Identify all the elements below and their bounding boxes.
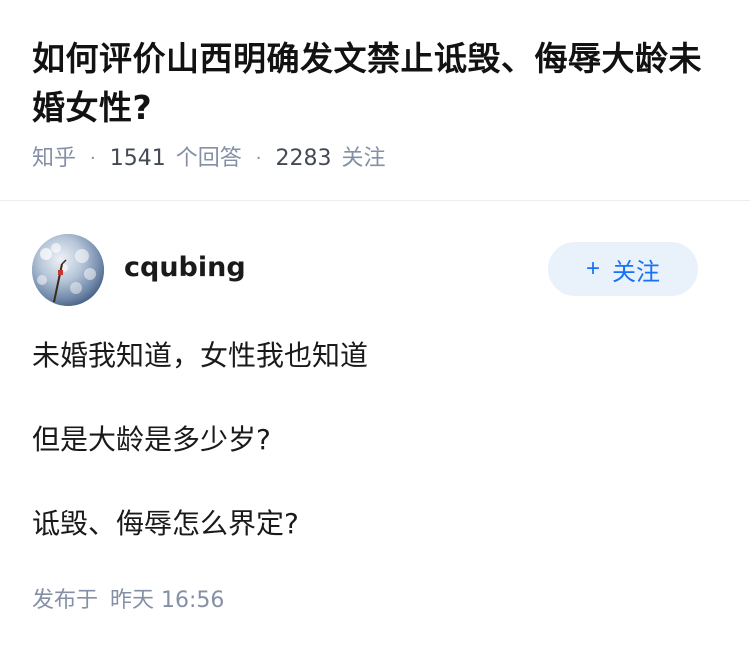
followers-count: 2283 (275, 146, 332, 171)
avatar-image (32, 234, 104, 306)
question-meta: 知乎 · 1541 个回答 · 2283 关注 (32, 144, 722, 174)
followers-label[interactable]: 关注 (342, 144, 386, 174)
meta-separator: · (255, 148, 262, 169)
section-divider (0, 200, 750, 201)
published-label: 发布于 (32, 588, 99, 613)
question-header: 如何评价山西明确发文禁止诋毁、侮辱大龄未婚女性? 知乎 · 1541 个回答 ·… (32, 34, 722, 174)
answer-author-row: cqubing + 关注 (32, 234, 698, 306)
question-title[interactable]: 如何评价山西明确发文禁止诋毁、侮辱大龄未婚女性? (32, 34, 722, 132)
follow-button[interactable]: + 关注 (548, 242, 698, 296)
answers-label[interactable]: 个回答 (176, 144, 242, 174)
meta-separator: · (90, 148, 96, 169)
answer-paragraph: 未婚我知道，女性我也知道 (32, 339, 369, 372)
published-time: 昨天 16:56 (110, 588, 225, 613)
source-label[interactable]: 知乎 (32, 144, 76, 174)
publish-info: 发布于 昨天 16:56 (32, 585, 224, 617)
answers-count: 1541 (109, 146, 166, 171)
plus-icon: + (585, 255, 600, 282)
author-name[interactable]: cqubing (124, 250, 246, 286)
answer-content: 未婚我知道，女性我也知道 但是大龄是多少岁? 诋毁、侮辱怎么界定? (32, 335, 712, 545)
avatar[interactable] (32, 234, 104, 306)
answer-paragraph: 诋毁、侮辱怎么界定? (32, 507, 299, 540)
follow-button-label: 关注 (612, 258, 660, 286)
answer-paragraph: 但是大龄是多少岁? (32, 423, 271, 456)
